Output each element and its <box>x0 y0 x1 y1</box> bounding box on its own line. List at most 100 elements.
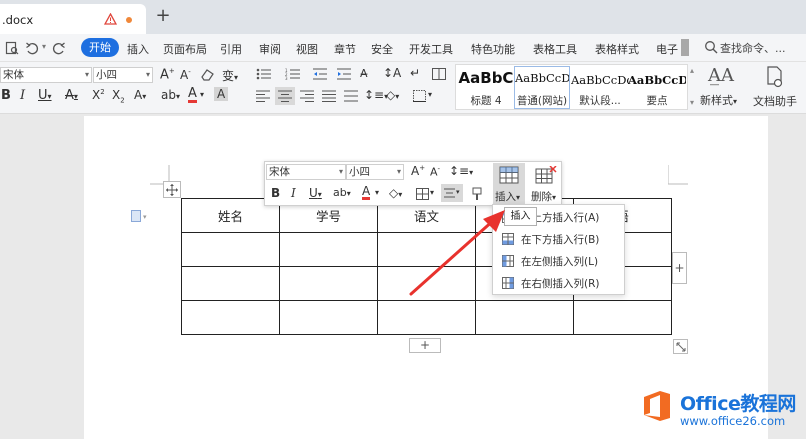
font-size-select[interactable]: 小四 ▾ <box>93 67 153 83</box>
subscript-icon[interactable]: X2 <box>112 88 125 104</box>
ftb-font-size-select[interactable]: 小四 ▾ <box>346 164 404 180</box>
clear-format-icon[interactable] <box>200 68 215 81</box>
table-cell[interactable] <box>475 300 574 335</box>
justify-icon[interactable] <box>322 90 336 102</box>
undo-dropdown-icon[interactable]: ▾ <box>42 42 46 51</box>
ftb-underline-icon[interactable]: U▾ <box>309 186 322 200</box>
bullet-list-icon[interactable] <box>256 68 272 80</box>
print-preview-icon[interactable] <box>5 41 19 55</box>
menu-tab-review[interactable]: 审阅 <box>259 41 281 57</box>
ftb-grow-font-icon[interactable]: A+ <box>411 164 425 178</box>
ftb-italic-icon[interactable]: I <box>291 186 296 200</box>
ftb-shrink-font-icon[interactable]: A- <box>430 165 440 179</box>
columns-icon[interactable] <box>432 68 446 80</box>
new-tab-button[interactable]: + <box>154 7 172 25</box>
table-cell[interactable] <box>279 266 378 301</box>
ftb-insert-button[interactable]: 插入▾ <box>493 163 525 204</box>
chevron-down-icon[interactable]: ▾ <box>430 188 434 197</box>
add-row-button[interactable]: + <box>409 338 441 353</box>
style-heading4[interactable]: AaBbC 标题 4 <box>457 68 515 108</box>
menu-tab-section[interactable]: 章节 <box>334 41 356 57</box>
insert-column-right-label: 在右侧插入列(R) <box>521 278 600 290</box>
menu-scroll-handle[interactable] <box>681 39 689 56</box>
document-tab[interactable]: .docx <box>0 4 146 34</box>
redo-icon[interactable] <box>52 41 66 55</box>
table-cell[interactable] <box>181 266 280 301</box>
gallery-more-icon[interactable]: ▾ <box>690 98 694 107</box>
menu-tab-features[interactable]: 特色功能 <box>471 41 515 57</box>
style-key-point[interactable]: AaBbCcDd 要点 <box>628 68 686 108</box>
ftb-delete-button[interactable]: 删除▾ <box>529 163 561 204</box>
show-marks-icon[interactable]: ↵ <box>410 66 420 80</box>
table-cell[interactable] <box>573 300 672 335</box>
style-default-paragraph[interactable]: AaBbCcDd 默认段... <box>571 68 629 108</box>
grow-font-icon[interactable]: A+ <box>160 67 175 82</box>
paragraph-layout-icon[interactable]: ▾ <box>131 210 149 222</box>
chevron-down-icon[interactable]: ▾ <box>375 188 379 197</box>
phonetic-guide-icon[interactable]: 变▾ <box>222 67 238 84</box>
add-column-button[interactable]: + <box>672 252 687 284</box>
increase-indent-icon[interactable] <box>337 68 351 80</box>
menu-tab-developer[interactable]: 开发工具 <box>409 41 453 57</box>
menu-tab-security[interactable]: 安全 <box>371 41 393 57</box>
highlight-icon[interactable]: ab▾ <box>161 88 180 102</box>
table-cell[interactable] <box>279 300 378 335</box>
font-color-icon[interactable]: A <box>188 87 197 103</box>
ftb-bold-icon[interactable]: B <box>271 186 280 200</box>
italic-icon[interactable]: I <box>20 88 25 103</box>
text-effect-icon[interactable]: A▾ <box>134 88 146 102</box>
ftb-highlight-icon[interactable]: ab▾ <box>333 186 351 199</box>
ftb-font-name-select[interactable]: 宋体 ▾ <box>266 164 346 180</box>
undo-icon[interactable] <box>25 41 39 55</box>
ftb-insert-label: 插入▾ <box>495 191 521 203</box>
style-normal-web[interactable]: AaBbCcDd 普通(网站) <box>514 66 570 109</box>
new-style-button[interactable]: 新样式▾ <box>700 92 737 108</box>
char-shading-icon[interactable]: A <box>214 87 229 101</box>
document-helper-icon[interactable] <box>765 66 783 88</box>
superscript-icon[interactable]: X2 <box>92 88 105 102</box>
ftb-line-spacing-icon[interactable]: ↕≡▾ <box>449 164 473 178</box>
search-command-text[interactable]: 查找命令、... <box>720 40 786 56</box>
shading-icon[interactable]: ◇▾ <box>386 88 399 102</box>
gallery-up-icon[interactable]: ▴ <box>690 66 694 75</box>
numbered-list-icon[interactable]: 123 <box>285 68 301 80</box>
bold-icon[interactable]: B <box>1 88 11 103</box>
font-name-select[interactable]: 宋体 ▾ <box>0 67 92 83</box>
menu-tab-table-style[interactable]: 表格样式 <box>595 41 639 57</box>
align-left-icon[interactable] <box>256 90 270 102</box>
menu-tab-electronic[interactable]: 电子 <box>656 41 678 57</box>
ftb-shading-icon[interactable]: ◇▾ <box>389 186 402 200</box>
chevron-down-icon[interactable]: ▾ <box>428 90 432 99</box>
table-cell[interactable] <box>279 232 378 267</box>
ftb-borders-icon[interactable] <box>416 188 429 200</box>
ftb-format-painter-icon[interactable] <box>470 187 484 201</box>
menu-tab-table-tools[interactable]: 表格工具 <box>533 41 577 57</box>
align-right-icon[interactable] <box>300 90 314 102</box>
menu-tab-page-layout[interactable]: 页面布局 <box>163 41 207 57</box>
menu-tab-references[interactable]: 引用 <box>220 41 242 57</box>
chevron-down-icon[interactable]: ▾ <box>200 90 204 99</box>
table-cell[interactable] <box>181 232 280 267</box>
distributed-align-icon[interactable] <box>344 90 358 102</box>
strikethrough-icon[interactable]: A▾ <box>65 88 78 103</box>
borders-icon[interactable] <box>413 90 426 102</box>
ftb-align-button[interactable]: ▾ <box>441 184 463 202</box>
chinese-layout-icon[interactable]: A̶ <box>360 67 368 80</box>
menu-tab-home[interactable]: 开始 <box>81 38 119 57</box>
table-resize-handle[interactable] <box>673 339 688 354</box>
decrease-indent-icon[interactable] <box>313 68 327 80</box>
menu-tab-view[interactable]: 视图 <box>296 41 318 57</box>
new-style-icon[interactable]: A̲A <box>708 65 734 86</box>
search-icon[interactable] <box>704 40 718 54</box>
table-cell[interactable] <box>181 300 280 335</box>
line-spacing-icon[interactable]: ↕≡▾ <box>364 88 388 102</box>
shrink-font-icon[interactable]: A- <box>180 68 191 82</box>
ftb-font-color-icon[interactable]: A <box>362 185 371 200</box>
document-helper-label[interactable]: 文档助手 <box>753 93 797 109</box>
align-center-button[interactable] <box>275 87 295 105</box>
table-move-handle[interactable] <box>163 181 181 198</box>
menu-tab-insert[interactable]: 插入 <box>127 41 149 57</box>
table-cell[interactable] <box>377 300 476 335</box>
underline-icon[interactable]: U▾ <box>38 88 52 103</box>
sort-icon[interactable]: ↕A <box>383 66 401 80</box>
